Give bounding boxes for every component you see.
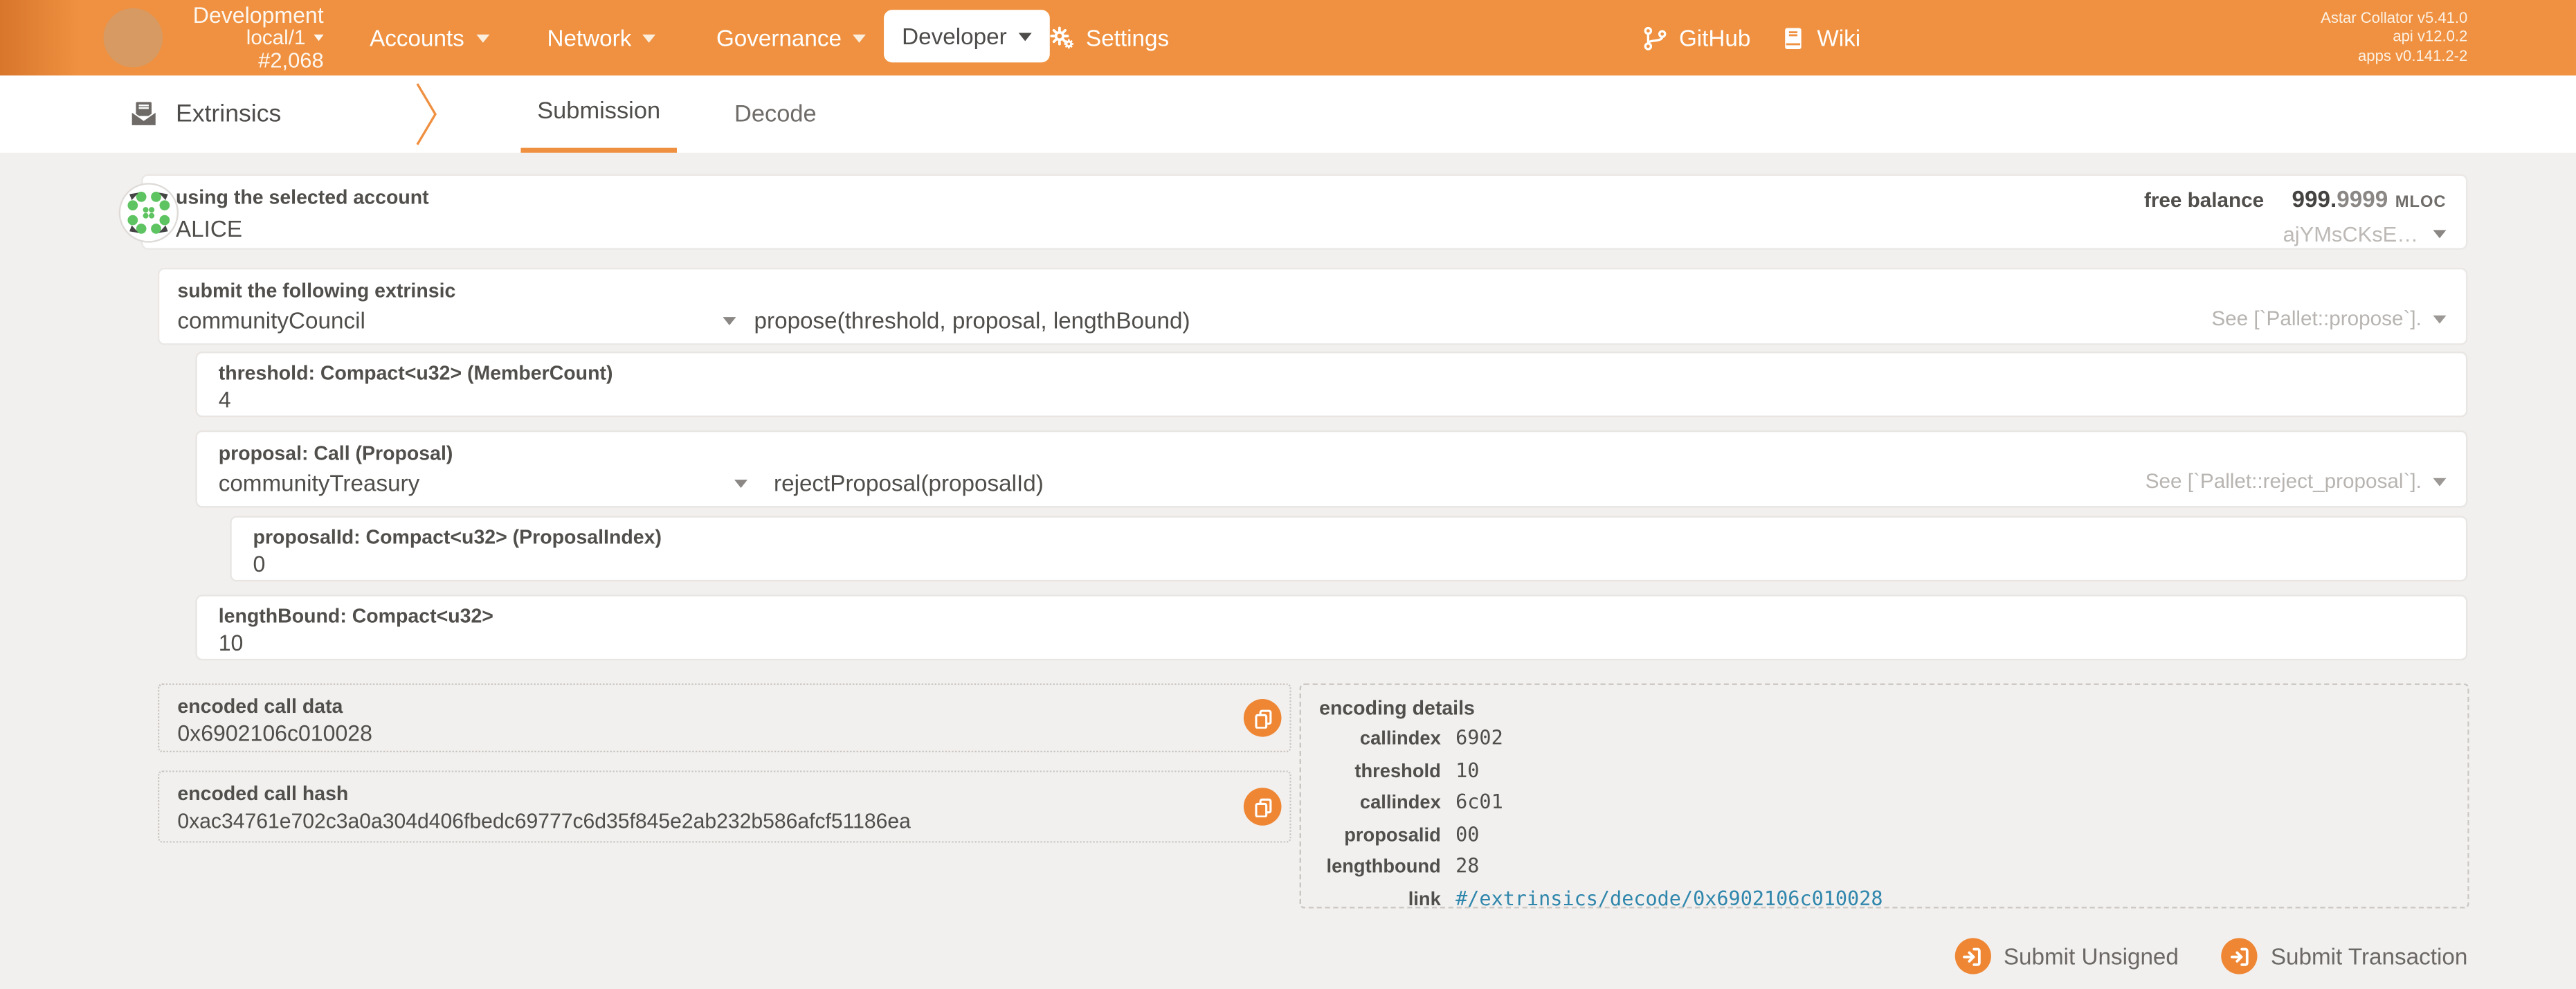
encoded-call-data-label: encoded call data — [177, 695, 343, 718]
tab-decode[interactable]: Decode — [718, 75, 833, 153]
chevron-down-icon — [475, 34, 489, 42]
balance-label: free balance — [2144, 189, 2264, 212]
method-docs-toggle[interactable]: See [`Pallet::propose`]. — [2211, 307, 2446, 330]
gear-icon — [1048, 25, 1074, 51]
chevron-down-icon — [2433, 315, 2446, 323]
encoded-call-hash-value: 0xac34761e702c3a0a304d406fbedc69777c6d35… — [177, 810, 911, 833]
encoded-call-data-box: encoded call data 0x6902106c010028 — [158, 683, 1291, 752]
balance-unit: MLOC — [2395, 194, 2447, 212]
account-select[interactable]: ajYMsCKsE… — [2144, 221, 2446, 246]
copy-call-data-button[interactable] — [1244, 699, 1282, 737]
account-card: using the selected account ALICE free ba… — [141, 174, 2467, 250]
top-navbar: Development local/1 #2,068 Accounts Netw… — [0, 0, 2576, 75]
chevron-down-icon — [314, 35, 323, 41]
sign-in-icon — [2222, 938, 2258, 974]
arg-threshold: threshold: Compact<u32> (MemberCount) 4 — [195, 352, 2467, 417]
arg-length-bound-label: lengthBound: Compact<u32> — [219, 605, 493, 628]
network-name: Development — [164, 5, 323, 27]
copy-icon — [1253, 708, 1272, 727]
copy-icon — [1253, 797, 1272, 816]
node-version: Astar Collator v5.41.0 — [2321, 9, 2467, 28]
menu-settings[interactable]: Settings — [1048, 0, 1169, 75]
encoded-call-hash-box: encoded call hash 0xac34761e702c3a0a304d… — [158, 770, 1291, 842]
block-number: #2,068 — [164, 49, 323, 71]
github-link[interactable]: GitHub — [1643, 0, 1751, 75]
git-branch-icon — [1643, 26, 1668, 51]
menu-accounts[interactable]: Accounts — [370, 0, 489, 75]
encoding-row: proposalid 00 — [1319, 819, 2449, 852]
chevron-down-icon — [853, 34, 867, 42]
nested-method-docs-toggle[interactable]: See [`Pallet::reject_proposal`]. — [2146, 470, 2447, 493]
tab-submission[interactable]: Submission — [520, 75, 676, 153]
arg-threshold-input[interactable]: 4 — [219, 388, 231, 412]
sign-in-icon — [1954, 938, 1990, 974]
encoded-call-data-value: 0x6902106c010028 — [177, 721, 372, 746]
nested-method-select[interactable]: rejectProposal(proposalId) — [774, 470, 1044, 496]
network-info[interactable]: Development local/1 #2,068 — [164, 5, 323, 71]
arg-length-bound-input[interactable]: 10 — [219, 631, 244, 656]
account-name[interactable]: ALICE — [176, 215, 429, 242]
encoding-details-title: encoding details — [1319, 696, 2449, 719]
app-root: Development local/1 #2,068 Accounts Netw… — [0, 0, 2576, 989]
mail-icon — [128, 98, 159, 129]
nested-pallet-selected: communityTreasury — [219, 470, 420, 496]
pallet-select[interactable]: communityCouncil — [177, 307, 736, 334]
chevron-down-icon — [2433, 478, 2446, 486]
arg-proposal: proposal: Call (Proposal) communityTreas… — [195, 430, 2467, 508]
arg-length-bound: lengthBound: Compact<u32> 10 — [195, 595, 2467, 660]
chevron-down-icon — [1018, 32, 1031, 40]
network-logo[interactable] — [104, 8, 163, 67]
nested-pallet-select[interactable]: communityTreasury — [219, 470, 747, 496]
chevron-down-icon — [723, 316, 736, 325]
arg-proposal-id-label: proposalId: Compact<u32> (ProposalIndex) — [253, 526, 662, 549]
encoding-link-row: link #/extrinsics/decode/0x6902106c01002… — [1319, 884, 2449, 916]
section-title-label: Extrinsics — [176, 100, 281, 128]
submit-actions: Submit Unsigned Submit Transaction — [1954, 938, 2468, 974]
encoding-row: lengthbound 28 — [1319, 851, 2449, 884]
encoding-details-box: encoding details callindex 6902 threshol… — [1300, 683, 2469, 908]
arg-proposal-label: proposal: Call (Proposal) — [219, 442, 453, 465]
version-info: Astar Collator v5.41.0 api v12.0.2 apps … — [2321, 9, 2467, 66]
section-title: Extrinsics — [128, 75, 281, 153]
chevron-down-icon — [734, 479, 747, 487]
arg-threshold-label: threshold: Compact<u32> (MemberCount) — [219, 361, 613, 384]
wiki-link[interactable]: Wiki — [1781, 0, 1860, 75]
decode-link[interactable]: #/extrinsics/decode/0x6902106c010028 — [1455, 884, 1883, 914]
balance-value: 999.9999 MLOC — [2292, 185, 2447, 215]
extrinsic-card: submit the following extrinsic community… — [158, 268, 2467, 345]
account-address-short: ajYMsCKsE… — [2283, 221, 2418, 246]
method-select[interactable]: propose(threshold, proposal, lengthBound… — [754, 307, 1190, 334]
encoded-call-hash-label: encoded call hash — [177, 782, 348, 805]
account-section-label: using the selected account — [176, 185, 429, 208]
extrinsic-section-label: submit the following extrinsic — [177, 280, 455, 302]
menu-governance[interactable]: Governance — [716, 0, 867, 75]
pallet-selected: communityCouncil — [177, 307, 365, 334]
menu-network[interactable]: Network — [547, 0, 656, 75]
encoding-row: callindex 6902 — [1319, 723, 2449, 755]
copy-call-hash-button[interactable] — [1244, 788, 1282, 826]
submit-unsigned-button[interactable]: Submit Unsigned — [1954, 938, 2179, 974]
tab-bar: Extrinsics Submission Decode — [0, 75, 2576, 153]
submit-transaction-button[interactable]: Submit Transaction — [2222, 938, 2468, 974]
account-identicon[interactable] — [118, 182, 179, 251]
encoding-row: threshold 10 — [1319, 755, 2449, 788]
encoding-row: callindex 6c01 — [1319, 787, 2449, 819]
apps-version: apps v0.141.2-2 — [2321, 47, 2467, 66]
chevron-separator — [416, 79, 439, 158]
arg-proposal-id-input[interactable]: 0 — [253, 552, 266, 577]
book-icon — [1781, 26, 1806, 51]
chain-label: local/1 — [246, 27, 306, 49]
chevron-down-icon — [643, 34, 656, 42]
api-version: api v12.0.2 — [2321, 28, 2467, 48]
chevron-down-icon — [2433, 230, 2446, 238]
arg-proposal-id: proposalId: Compact<u32> (ProposalIndex)… — [230, 516, 2467, 581]
menu-developer[interactable]: Developer — [884, 10, 1049, 62]
